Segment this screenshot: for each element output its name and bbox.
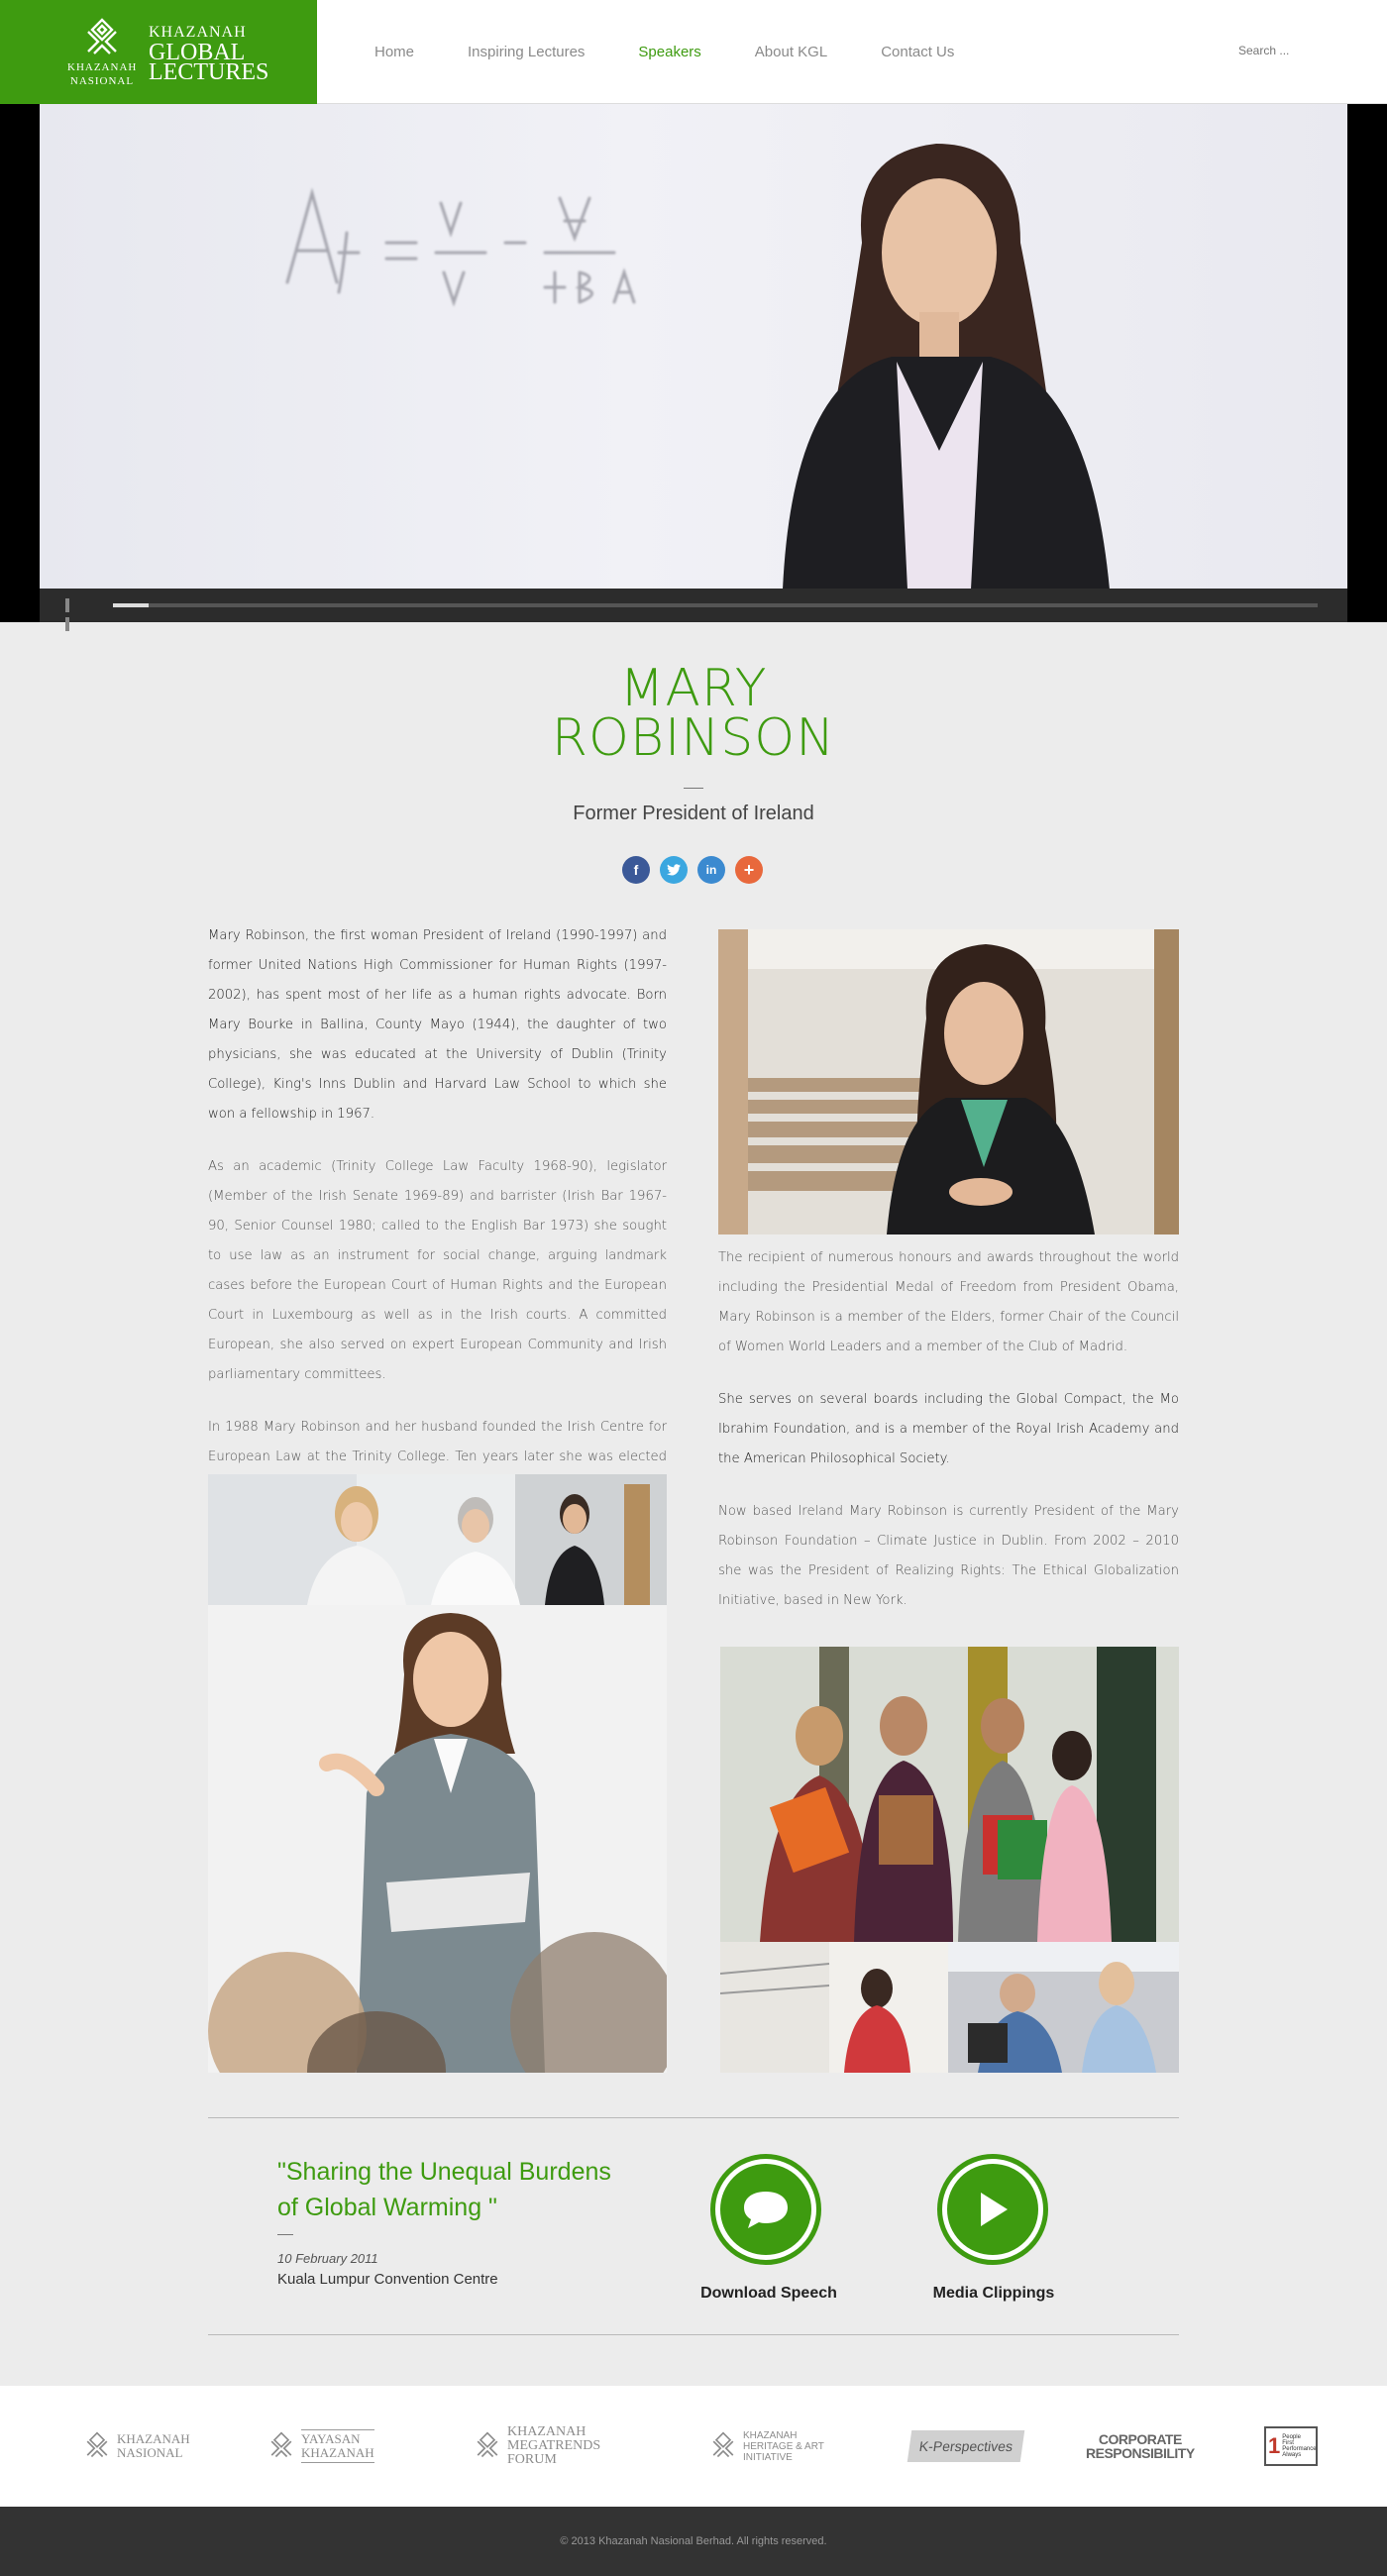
download-speech-label[interactable]: Download Speech	[680, 2285, 858, 2303]
bio-paragraph-2: As an academic (Trinity College Law Facu…	[208, 1159, 667, 1382]
nav-inspiring-lectures[interactable]: Inspiring Lectures	[468, 44, 585, 60]
lecture-top-divider	[208, 2117, 1179, 2118]
logo-title: KHAZANAH GLOBAL LECTURES	[149, 23, 269, 85]
partner-7-line-4: Always	[1282, 2452, 1302, 2458]
speaker-lecture-hall-photo	[718, 929, 1179, 1234]
site-header: KHAZANAH NASIONAL KHAZANAH GLOBAL LECTUR…	[0, 0, 1387, 104]
video-controls	[40, 589, 1347, 631]
search-input[interactable]	[1238, 44, 1357, 57]
partner-4-line-2: HERITAGE & ART	[743, 2440, 824, 2452]
speaker-last-name: ROBINSON	[551, 708, 836, 768]
logo-mark-line-2: NASIONAL	[69, 74, 135, 87]
lecture-collage-right	[720, 1647, 1179, 2073]
partner-4-line-3: INITIATIVE	[743, 2451, 793, 2463]
site-footer: © 2013 Khazanah Nasional Berhad. All rig…	[0, 2507, 1387, 2576]
khazanah-nasional-logo-icon	[86, 2431, 108, 2458]
name-divider	[684, 788, 703, 789]
nav-home[interactable]: Home	[374, 44, 414, 60]
copyright-text: © 2013 Khazanah Nasional Berhad. All rig…	[560, 2535, 827, 2547]
speaker-name: MARY ROBINSON	[0, 659, 1387, 768]
partner-2-line-1: YAYASAN	[301, 2431, 361, 2446]
partner-heritage-art[interactable]: KHAZANAH HERITAGE & ART INITIATIVE	[709, 2386, 824, 2507]
download-speech-button[interactable]	[710, 2154, 821, 2265]
lecture-collage-left	[208, 1474, 667, 2073]
speaker-first-name: MARY	[619, 659, 768, 718]
nav-contact-us[interactable]: Contact Us	[881, 44, 954, 60]
twitter-icon[interactable]	[660, 856, 688, 884]
bio-paragraph-4: The recipient of numerous honours and aw…	[718, 1250, 1179, 1354]
whiteboard-formula	[277, 173, 694, 347]
bio-paragraph-5: She serves on several boards including t…	[718, 1392, 1179, 1466]
partner-4-line-1: KHAZANAH	[743, 2429, 798, 2441]
bio-paragraph-6: Now based Ireland Mary Robinson is curre…	[718, 1504, 1179, 1608]
partner-3-line-3: FORUM	[507, 2452, 557, 2467]
partner-3-line-2: MEGATRENDS	[507, 2438, 601, 2453]
partner-people-first[interactable]: 1 People First Performance Always	[1264, 2386, 1318, 2507]
lecture-title: "Sharing the Unequal Burdens of Global W…	[277, 2158, 611, 2221]
speaker-portrait	[723, 124, 1120, 589]
bio-paragraph-1: Mary Robinson, the first woman President…	[208, 928, 667, 1122]
partner-1-line-1: KHAZANAH	[117, 2431, 190, 2446]
social-share: f in +	[622, 856, 763, 884]
logo-mark-line-1: KHAZANAH	[67, 60, 138, 73]
media-clippings-button[interactable]	[937, 2154, 1048, 2265]
bio-right-column: The recipient of numerous honours and aw…	[718, 1243, 1179, 1616]
lecture-venue: Kuala Lumpur Convention Centre	[277, 2271, 498, 2288]
pause-icon[interactable]	[65, 598, 77, 631]
nav-about-kgl[interactable]: About KGL	[755, 44, 827, 60]
partner-yayasan-khazanah[interactable]: YAYASAN KHAZANAH	[267, 2386, 374, 2507]
nav-speakers[interactable]: Speakers	[638, 44, 700, 60]
teachers-photo	[208, 1474, 667, 1605]
facebook-icon[interactable]: f	[622, 856, 650, 884]
hero-video[interactable]	[0, 104, 1387, 631]
play-icon	[947, 2164, 1038, 2255]
partner-6-line-1: CORPORATE	[1098, 2431, 1182, 2447]
linkedin-icon[interactable]: in	[697, 856, 725, 884]
partner-1-line-2: NASIONAL	[117, 2445, 183, 2460]
main-nav: Home Inspiring Lectures Speakers About K…	[374, 0, 1008, 104]
khazanah-mark-icon: KHAZANAH NASIONAL	[67, 17, 138, 87]
add-icon[interactable]: +	[735, 856, 763, 884]
k-perspectives-logo: K-Perspectives	[907, 2430, 1025, 2462]
partner-k-perspectives[interactable]: K-Perspectives	[907, 2386, 1025, 2507]
hero-image	[40, 104, 1347, 589]
logo-title-line-3: LECTURES	[149, 58, 269, 85]
lecture-divider	[277, 2234, 293, 2235]
partner-logos: KHAZANAH NASIONAL YAYASAN KHAZANAH KHAZANA…	[0, 2386, 1387, 2507]
heritage-art-logo-icon	[712, 2431, 734, 2458]
speech-bubble-icon	[720, 2164, 811, 2255]
partner-3-line-1: KHAZANAH	[507, 2424, 587, 2439]
partner-corporate-responsibility[interactable]: CORPORATE RESPONSIBILITY	[1086, 2386, 1195, 2507]
partner-2-line-2: KHAZANAH	[301, 2445, 374, 2460]
yayasan-khazanah-logo-icon	[270, 2431, 292, 2458]
media-clippings-label[interactable]: Media Clippings	[905, 2285, 1083, 2303]
partner-khazanah-nasional[interactable]: KHAZANAH NASIONAL	[83, 2386, 190, 2507]
bio-left-column: Mary Robinson, the first woman President…	[208, 921, 667, 1502]
site-logo[interactable]: KHAZANAH NASIONAL KHAZANAH GLOBAL LECTUR…	[0, 0, 317, 104]
partner-6-line-2: RESPONSIBILITY	[1086, 2445, 1195, 2461]
people-first-logo: 1 People First Performance Always	[1264, 2426, 1318, 2466]
speaker-role: Former President of Ireland	[573, 803, 814, 824]
megatrends-logo-icon	[477, 2431, 498, 2458]
lecture-date: 10 February 2011	[277, 2251, 378, 2266]
partner-megatrends-forum[interactable]: KHAZANAH MEGATRENDS FORUM	[474, 2386, 600, 2507]
lecture-bottom-divider	[208, 2334, 1179, 2335]
video-progress-fill	[113, 603, 150, 607]
video-progress-bar[interactable]	[113, 603, 1318, 607]
